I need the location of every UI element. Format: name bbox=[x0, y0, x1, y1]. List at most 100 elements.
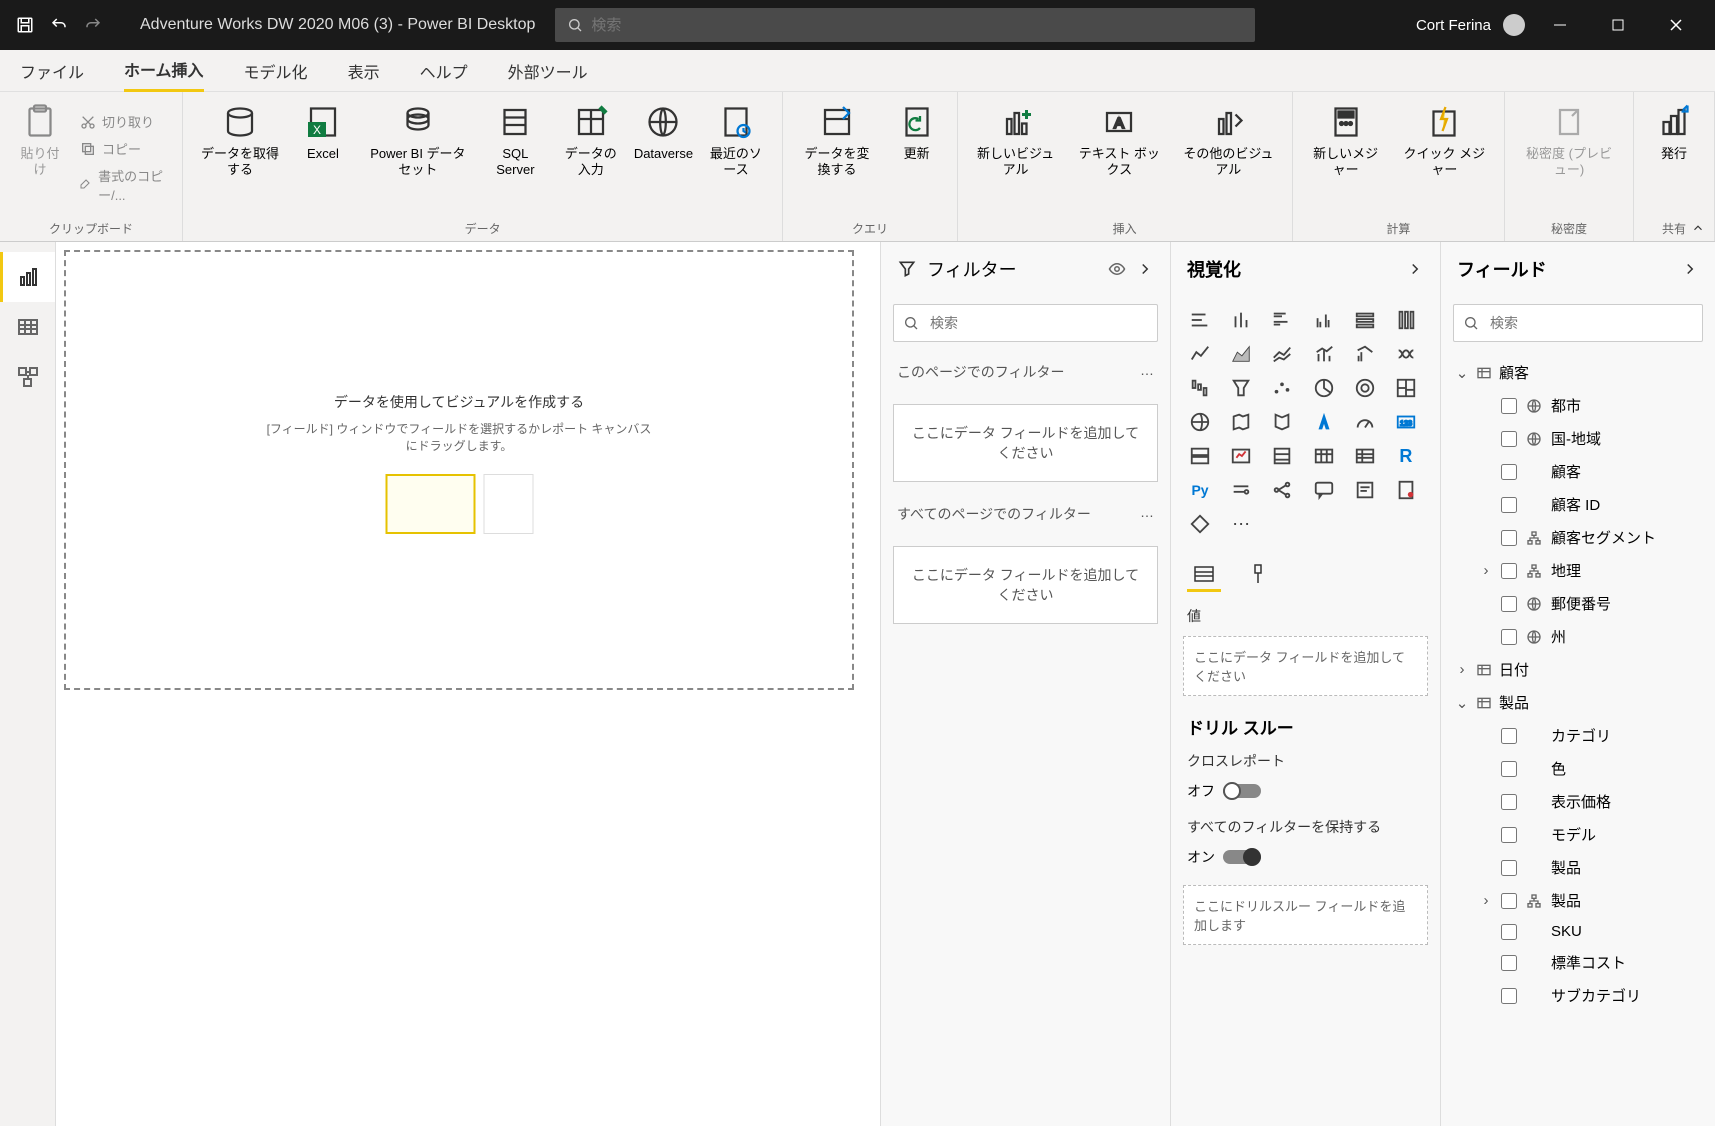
field-item[interactable]: ›地理 bbox=[1451, 554, 1705, 587]
stacked-area-icon[interactable] bbox=[1267, 340, 1297, 368]
field-item[interactable]: 都市 bbox=[1451, 389, 1705, 422]
sensitivity-button[interactable]: 秘密度 (プレビュー) bbox=[1515, 98, 1623, 218]
excel-button[interactable]: XExcel bbox=[293, 98, 353, 218]
close-button[interactable] bbox=[1653, 0, 1699, 50]
transform-data-button[interactable]: データを変換する bbox=[793, 98, 880, 218]
pbi-dataset-button[interactable]: Power BI データセット bbox=[359, 98, 477, 218]
field-item[interactable]: モデル bbox=[1451, 818, 1705, 851]
filled-map-icon[interactable] bbox=[1226, 408, 1256, 436]
field-item[interactable]: 顧客 ID bbox=[1451, 488, 1705, 521]
more-visuals-icon[interactable]: ⋯ bbox=[1226, 510, 1256, 538]
hundred-bar-icon[interactable] bbox=[1350, 306, 1380, 334]
new-visual-button[interactable]: 新しいビジュアル bbox=[968, 98, 1064, 218]
decomposition-icon[interactable] bbox=[1267, 476, 1297, 504]
global-search[interactable] bbox=[555, 8, 1255, 42]
azure-map-icon[interactable] bbox=[1309, 408, 1339, 436]
copy-button[interactable]: コピー bbox=[76, 137, 172, 160]
map-icon[interactable] bbox=[1185, 408, 1215, 436]
field-item[interactable]: 郵便番号 bbox=[1451, 587, 1705, 620]
page-filter-dropzone[interactable]: ここにデータ フィールドを追加してください bbox=[893, 404, 1158, 482]
redo-icon[interactable] bbox=[84, 16, 102, 34]
ribbon-chart-icon[interactable] bbox=[1391, 340, 1421, 368]
undo-icon[interactable] bbox=[50, 16, 68, 34]
field-item[interactable]: 州 bbox=[1451, 620, 1705, 653]
clustered-bar-icon[interactable] bbox=[1267, 306, 1297, 334]
field-item[interactable]: 国-地域 bbox=[1451, 422, 1705, 455]
collapse-fields-icon[interactable] bbox=[1681, 260, 1699, 278]
stacked-bar-icon[interactable] bbox=[1185, 306, 1215, 334]
report-view-button[interactable] bbox=[0, 252, 55, 302]
funnel-icon[interactable] bbox=[1226, 374, 1256, 402]
enter-data-button[interactable]: データの入力 bbox=[554, 98, 627, 218]
report-canvas[interactable]: データを使用してビジュアルを作成する [フィールド] ウィンドウでフィールドを選… bbox=[64, 250, 854, 690]
tab-help[interactable]: ヘルプ bbox=[420, 51, 468, 91]
paste-button[interactable]: 貼り付け bbox=[10, 98, 70, 218]
line-clustered-icon[interactable] bbox=[1350, 340, 1380, 368]
publish-button[interactable]: 発行 bbox=[1644, 98, 1704, 218]
maximize-button[interactable] bbox=[1595, 0, 1641, 50]
values-dropzone[interactable]: ここにデータ フィールドを追加してください bbox=[1183, 636, 1428, 696]
qa-icon[interactable] bbox=[1309, 476, 1339, 504]
treemap-icon[interactable] bbox=[1391, 374, 1421, 402]
multi-card-icon[interactable] bbox=[1185, 442, 1215, 470]
refresh-button[interactable]: 更新 bbox=[887, 98, 947, 218]
more-icon[interactable]: … bbox=[1140, 504, 1154, 524]
paginated-icon[interactable] bbox=[1391, 476, 1421, 504]
user-name[interactable]: Cort Ferina bbox=[1416, 17, 1491, 34]
area-chart-icon[interactable] bbox=[1226, 340, 1256, 368]
get-data-button[interactable]: データを取得する bbox=[193, 98, 287, 218]
tab-view[interactable]: 表示 bbox=[348, 51, 380, 91]
shape-map-icon[interactable] bbox=[1267, 408, 1297, 436]
data-view-button[interactable] bbox=[0, 302, 55, 352]
card-icon[interactable]: 123 bbox=[1391, 408, 1421, 436]
arcgis-icon[interactable] bbox=[1185, 510, 1215, 538]
drillthrough-dropzone[interactable]: ここにドリルスルー フィールドを追加します bbox=[1183, 885, 1428, 945]
text-box-button[interactable]: Aテキスト ボックス bbox=[1070, 98, 1169, 218]
collapse-filters-icon[interactable] bbox=[1136, 260, 1154, 278]
clustered-column-icon[interactable] bbox=[1309, 306, 1339, 334]
donut-icon[interactable] bbox=[1350, 374, 1380, 402]
field-item[interactable]: 顧客 bbox=[1451, 455, 1705, 488]
field-item[interactable]: サブカテゴリ bbox=[1451, 979, 1705, 1012]
field-item[interactable]: 表示価格 bbox=[1451, 785, 1705, 818]
stacked-column-icon[interactable] bbox=[1226, 306, 1256, 334]
field-item[interactable]: 顧客セグメント bbox=[1451, 521, 1705, 554]
quick-measure-button[interactable]: クイック メジャー bbox=[1395, 98, 1494, 218]
dataverse-button[interactable]: Dataverse bbox=[633, 98, 693, 218]
matrix-icon[interactable] bbox=[1350, 442, 1380, 470]
field-item[interactable]: ›製品 bbox=[1451, 884, 1705, 917]
pie-icon[interactable] bbox=[1309, 374, 1339, 402]
all-pages-filter-dropzone[interactable]: ここにデータ フィールドを追加してください bbox=[893, 546, 1158, 624]
line-column-icon[interactable] bbox=[1309, 340, 1339, 368]
cross-report-toggle[interactable]: オフ bbox=[1187, 781, 1261, 801]
global-search-input[interactable] bbox=[591, 17, 1243, 34]
hundred-column-icon[interactable] bbox=[1391, 306, 1421, 334]
user-avatar[interactable] bbox=[1503, 14, 1525, 36]
format-tab-icon[interactable] bbox=[1241, 558, 1275, 592]
table-icon[interactable] bbox=[1309, 442, 1339, 470]
field-item[interactable]: 色 bbox=[1451, 752, 1705, 785]
scatter-icon[interactable] bbox=[1267, 374, 1297, 402]
field-item[interactable]: 標準コスト bbox=[1451, 946, 1705, 979]
format-painter-button[interactable]: 書式のコピー/... bbox=[76, 164, 172, 206]
more-visuals-button[interactable]: その他のビジュアル bbox=[1175, 98, 1282, 218]
more-icon[interactable]: … bbox=[1140, 362, 1154, 382]
collapse-ribbon-icon[interactable] bbox=[1691, 221, 1705, 235]
field-item[interactable]: SKU bbox=[1451, 917, 1705, 946]
tab-external-tools[interactable]: 外部ツール bbox=[508, 51, 588, 91]
kpi-icon[interactable] bbox=[1226, 442, 1256, 470]
save-icon[interactable] bbox=[16, 16, 34, 34]
waterfall-icon[interactable] bbox=[1185, 374, 1215, 402]
tab-modeling[interactable]: モデル化 bbox=[244, 51, 308, 91]
slicer-icon[interactable] bbox=[1267, 442, 1297, 470]
collapse-viz-icon[interactable] bbox=[1406, 260, 1424, 278]
tab-file[interactable]: ファイル bbox=[20, 51, 84, 91]
new-measure-button[interactable]: 新しいメジャー bbox=[1303, 98, 1389, 218]
minimize-button[interactable] bbox=[1537, 0, 1583, 50]
fields-tab-icon[interactable] bbox=[1187, 558, 1221, 592]
recent-sources-button[interactable]: 最近のソース bbox=[699, 98, 772, 218]
filter-search-input[interactable] bbox=[893, 304, 1158, 342]
model-view-button[interactable] bbox=[0, 352, 55, 402]
key-influencers-icon[interactable] bbox=[1226, 476, 1256, 504]
eye-icon[interactable] bbox=[1108, 260, 1126, 278]
